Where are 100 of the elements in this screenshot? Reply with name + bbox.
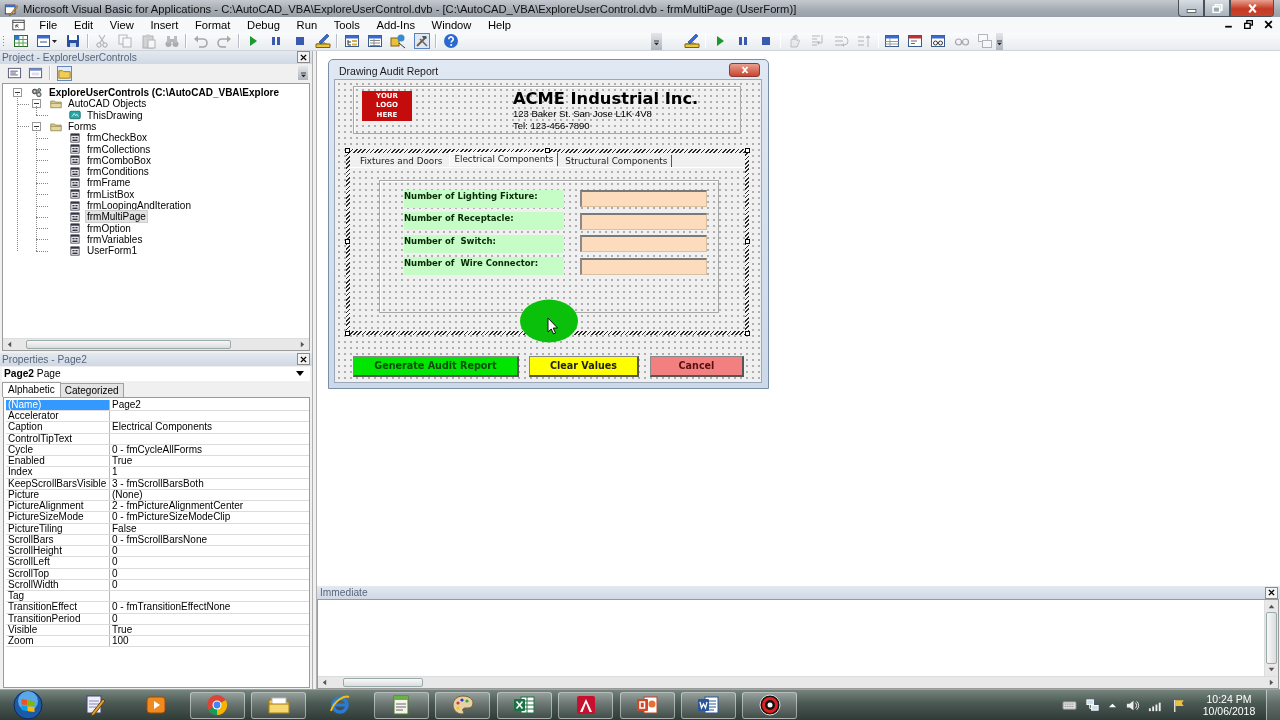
property-value[interactable]: 2 - fmPictureAlignmentCenter [110, 501, 244, 512]
tree-item[interactable]: frmMultiPage [86, 211, 147, 223]
property-name[interactable]: Picture [6, 489, 110, 501]
tree-item[interactable]: frmLoopingAndIteration [86, 200, 192, 212]
property-name[interactable]: TransitionEffect [6, 602, 110, 613]
resize-handle[interactable] [345, 330, 350, 336]
property-value[interactable]: 0 [110, 557, 118, 568]
taskbar-button[interactable] [251, 691, 307, 719]
tab[interactable]: Electrical Components [449, 151, 559, 166]
property-value[interactable]: 1 [110, 467, 118, 478]
collapse-icon[interactable] [32, 99, 41, 109]
form-window-icon[interactable] [27, 65, 44, 81]
property-name[interactable]: ScrollBars [6, 534, 110, 546]
glasses-window-icon[interactable] [930, 33, 947, 50]
taskbar-button[interactable] [435, 691, 491, 719]
taskbar-button[interactable] [742, 691, 798, 719]
property-name[interactable]: ScrollWidth [6, 579, 110, 591]
resize-handle[interactable] [345, 238, 350, 244]
folder-icon[interactable] [56, 65, 73, 81]
menu-item[interactable]: Format [186, 19, 239, 31]
grid-sheet-icon[interactable] [12, 33, 29, 50]
toolbar-options-button[interactable] [298, 66, 308, 81]
horizontal-scrollbar[interactable] [318, 676, 1278, 688]
menu-item[interactable]: Window [423, 19, 480, 31]
tools-icon[interactable] [413, 33, 430, 50]
collapse-icon[interactable] [13, 88, 22, 98]
property-name[interactable]: Accelerator [6, 411, 110, 422]
property-value[interactable]: True [110, 624, 133, 636]
multipage[interactable]: Fixtures and Doors Electrical Components Structural Components Number of Lighting Fixture: Number of Receptacle: Number of Switch: Number of Wire Connector: [346, 148, 749, 335]
form-button[interactable]: Cancel [650, 355, 744, 377]
ruler-pencil-icon[interactable] [683, 33, 700, 50]
tree-item[interactable]: frmCheckBox [86, 132, 148, 144]
network-icon[interactable] [1085, 697, 1100, 713]
property-value[interactable]: 0 - fmScrollBarsNone [110, 534, 208, 546]
property-name[interactable]: Cycle [6, 444, 110, 456]
property-value[interactable]: 100 [110, 636, 129, 647]
property-value[interactable]: Electrical Components [110, 422, 213, 433]
resize-handle[interactable] [345, 147, 350, 153]
scroll-right-icon[interactable] [1267, 678, 1276, 687]
tree-item[interactable]: AutoCAD Objects [67, 98, 148, 110]
taskbar-button[interactable] [373, 691, 429, 719]
scroll-thumb[interactable] [26, 339, 231, 349]
property-name[interactable]: Visible [6, 624, 110, 636]
tree-item[interactable]: Forms [67, 121, 98, 132]
tab[interactable]: Fixtures and Doors [356, 154, 447, 167]
restore-button[interactable] [1204, 0, 1230, 17]
property-value[interactable]: 0 [110, 546, 118, 557]
property-value[interactable]: 0 [110, 568, 118, 579]
vertical-scrollbar[interactable] [1264, 600, 1278, 676]
property-name[interactable]: Zoom [6, 636, 110, 647]
close-button[interactable] [729, 62, 760, 77]
property-name[interactable]: Enabled [6, 456, 110, 467]
property-value[interactable]: 0 [110, 613, 118, 624]
restore-icon[interactable] [1243, 19, 1254, 31]
tree-item[interactable]: frmListBox [86, 188, 136, 200]
taskbar-button[interactable] [558, 691, 614, 719]
close-icon[interactable] [1263, 19, 1274, 31]
tree-item[interactable]: frmFrame [86, 177, 132, 189]
window-icon[interactable] [907, 33, 924, 50]
property-name[interactable]: ScrollLeft [6, 557, 110, 568]
resize-handle[interactable] [745, 147, 750, 153]
code-window-icon[interactable] [6, 65, 23, 81]
tab[interactable]: Categorized [59, 382, 124, 397]
object-dropdown[interactable]: Page2 Page [2, 366, 310, 381]
property-name[interactable]: PictureSizeMode [6, 512, 110, 523]
scroll-thumb[interactable] [1266, 612, 1277, 664]
toolbar-options-button[interactable] [996, 32, 1004, 50]
property-name[interactable]: TransitionPeriod [6, 613, 110, 624]
property-name[interactable]: Caption [6, 422, 110, 433]
property-value[interactable]: 0 - fmTransitionEffectNone [110, 602, 231, 613]
tree-item[interactable]: frmComboBox [86, 154, 152, 166]
resize-handle[interactable] [745, 330, 750, 336]
scroll-left-icon[interactable] [320, 678, 329, 687]
input-field[interactable] [580, 212, 707, 230]
property-name[interactable]: Tag [6, 591, 110, 602]
menu-item[interactable]: Run [288, 19, 326, 31]
close-button[interactable] [297, 51, 310, 64]
close-button[interactable] [1265, 586, 1278, 599]
menu-item[interactable]: File [31, 19, 66, 31]
taskbar-button[interactable] [619, 691, 675, 719]
minimize-button[interactable] [1178, 0, 1204, 17]
tree-item[interactable]: ExploreUserControls (C:\AutoCAD_VBA\Explore [48, 87, 281, 99]
property-value[interactable]: Page2 [110, 399, 141, 411]
property-value[interactable]: False [110, 523, 137, 534]
property-name[interactable]: ControlTipText [6, 433, 110, 444]
form-button[interactable]: Clear Values [529, 355, 639, 377]
menu-item[interactable]: Help [479, 19, 520, 31]
close-button[interactable] [297, 353, 310, 366]
menu-item[interactable]: Debug [238, 19, 289, 31]
property-name[interactable]: KeepScrollBarsVisible [6, 478, 110, 489]
input-field[interactable] [580, 190, 707, 208]
form-button[interactable]: Generate Audit Report [353, 355, 519, 377]
form-window-icon[interactable] [35, 33, 58, 50]
property-value[interactable]: (None) [110, 489, 143, 501]
property-value[interactable]: 0 [110, 579, 118, 591]
table-window-icon[interactable] [884, 33, 901, 50]
list-window-icon[interactable] [367, 33, 384, 50]
property-value[interactable]: 0 - fmCycleAllForms [110, 444, 202, 456]
scroll-thumb[interactable] [343, 678, 423, 687]
help-icon[interactable] [442, 33, 459, 50]
